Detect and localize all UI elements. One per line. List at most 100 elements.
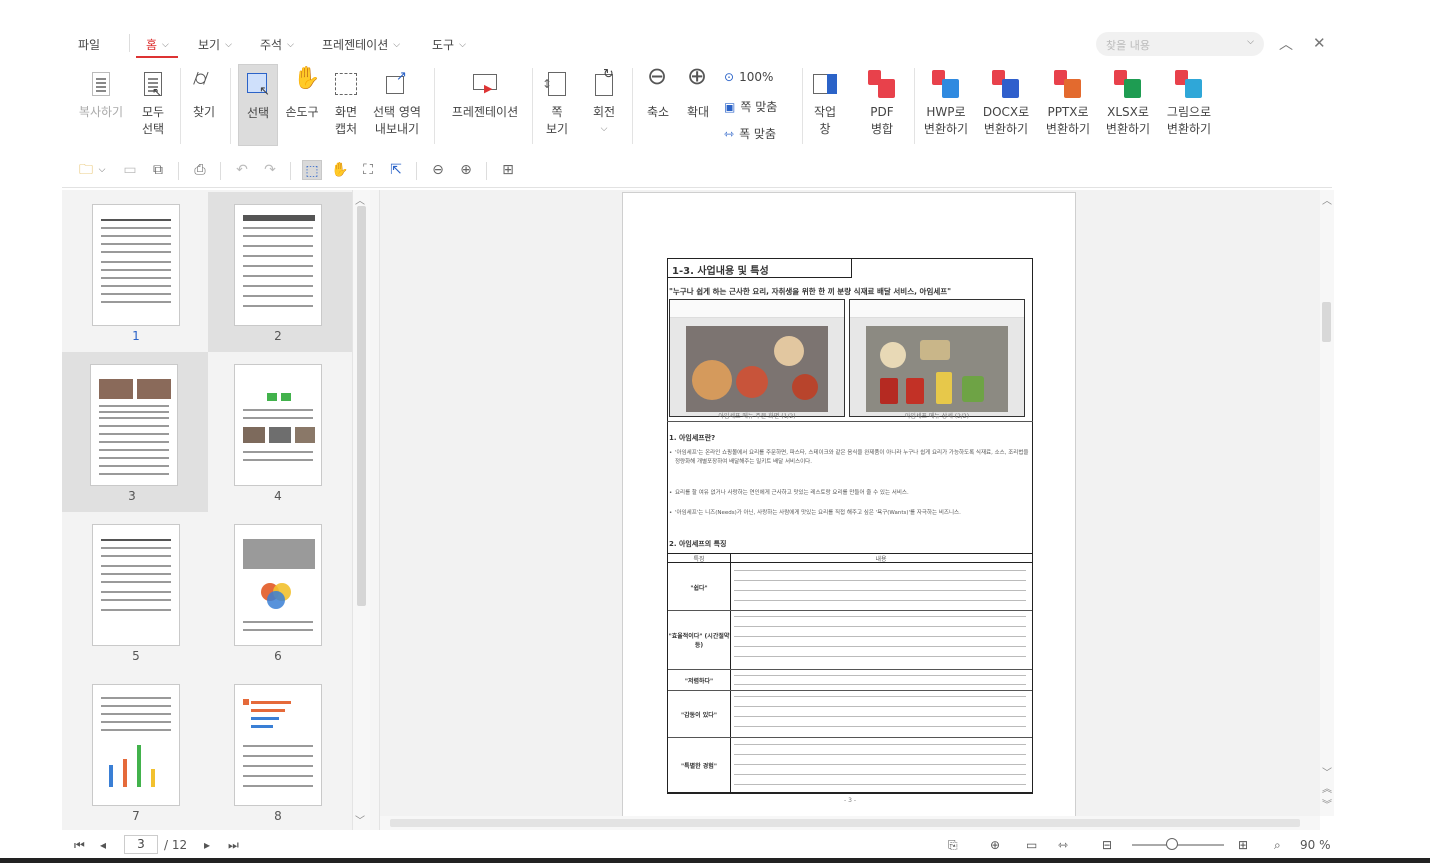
menu-file[interactable]: 파일 [78,36,100,53]
thumbnail-page-3[interactable]: 3 [62,352,208,512]
print-icon[interactable]: ⎙ [190,160,210,180]
capture-icon[interactable]: ⛶ [358,160,378,180]
fit-page-icon[interactable]: ▭ [1026,838,1037,852]
thumbnail-page-1[interactable]: 1 [66,192,212,352]
thumbnail-page-4[interactable]: 4 [208,352,354,512]
convert-image-button[interactable]: 그림으로 변환하기 [1160,64,1218,138]
zoom-in-icon[interactable]: ⊕ [456,160,476,180]
table-header-row: 특징 내용 [668,554,1032,563]
scroll-up-icon[interactable]: ︿ [1322,192,1332,207]
redo-icon[interactable]: ↷ [260,160,280,180]
copy-button[interactable]: 복사하기 [76,64,126,121]
find-button[interactable]: ⌭ 찾기 [184,64,224,121]
document-viewer[interactable]: 1-3. 사업내용 및 특성 "누구나 쉽게 하는 근사한 요리, 자취생을 위… [380,190,1320,816]
toolbar-separator [220,162,221,180]
rotate-label: 회전 [592,105,616,119]
previous-page-icon[interactable]: ◂ [100,838,106,852]
vertical-scroll-thumb[interactable] [1322,302,1331,342]
horizontal-scrollbar[interactable] [380,816,1320,830]
task-pane-label-2: 창 [819,122,831,136]
panel-splitter[interactable] [370,190,380,830]
bullet-text: • '아임세프'는 온라인 쇼핑몰에서 요리를 주문하면, 파스타, 스테이크와 … [669,450,1029,465]
zoom-out-button[interactable]: ⊖ 축소 [638,64,678,121]
chevron-down-icon[interactable]: ⌵ [96,160,108,180]
next-page-icon[interactable]: ▸ [204,838,210,852]
hand-tool-button[interactable]: ✋ 손도구 [282,64,322,121]
ribbon-separator [632,68,633,144]
search-icon[interactable]: ⌕ [1274,838,1281,853]
select-all-button[interactable]: ↖ 모두 선택 [130,64,176,138]
search-box[interactable]: 찾을 내용 ⌵ [1096,32,1264,56]
menu-tools[interactable]: 도구 ⌵ [432,36,466,53]
previous-page-icon[interactable]: ︽ [1322,780,1332,795]
capture-label-2: 캡처 [334,122,358,136]
presentation-button[interactable]: ▶ 프레젠테이션 [444,64,526,121]
customize-toolbar-icon[interactable]: ⊞ [498,160,518,180]
vertical-scrollbar[interactable]: ︿ ﹀ ︽ ︾ [1320,190,1334,816]
horizontal-scroll-thumb[interactable] [390,819,1300,827]
thumbnail-scroll-thumb[interactable] [357,206,366,606]
export-selection-button[interactable]: ↗ 선택 영역 내보내기 [368,64,426,138]
hero-image [866,326,1008,412]
search-placeholder: 찾을 내용 [1106,39,1150,52]
thumbnail-scrollbar[interactable]: ︿ ﹀ [352,190,370,830]
convert-hwp-button[interactable]: HWP로 변환하기 [918,64,974,138]
menu-annotate[interactable]: 주석 ⌵ [260,36,294,53]
status-bar: ⏮ ◂ 3 / 12 ▸ ⏭ ⎘ ⊕ ▭ ⇿ ⊟ ⊞ ⌕ 90 % [62,832,1332,858]
hand-icon[interactable]: ✋ [330,160,350,180]
scroll-down-icon[interactable]: ﹀ [1322,764,1332,779]
zoom-100-button[interactable]: ⊙ 100% [724,70,773,84]
thumbnail-page-2[interactable]: 2 [208,192,354,352]
thumbnail-page-8[interactable]: 8 [208,672,354,830]
convert-xlsx-button[interactable]: XLSX로 변환하기 [1100,64,1156,138]
convert-docx-button[interactable]: DOCX로 변환하기 [978,64,1034,138]
first-page-icon[interactable]: ⏮ [74,838,85,853]
image-label-1: 그림으로 [1166,105,1212,119]
fit-width-button[interactable]: ⇿ 폭 맞춤 [724,125,776,142]
export-label-1: 선택 영역 [373,105,421,119]
close-icon[interactable]: ✕ [1313,34,1326,52]
page-thumbnail [92,524,180,646]
menu-view[interactable]: 보기 ⌵ [198,36,232,53]
zoom-out-icon[interactable]: ⊟ [1102,838,1112,852]
last-page-icon[interactable]: ⏭ [228,838,239,853]
toolbar-separator [290,162,291,180]
export-icon[interactable]: ⇱ [386,160,406,180]
zoom-out-icon[interactable]: ⊖ [428,160,448,180]
menu-home[interactable]: 홈 ⌵ [146,36,169,53]
chevron-down-icon[interactable]: ⌵ [1247,37,1254,47]
select-tool-icon[interactable]: ⬚ [302,160,322,180]
zoom-slider-track[interactable] [1132,844,1224,846]
thumbnail-panel: 1 2 3 4 5 6 7 8 [62,190,370,830]
menu-presentation[interactable]: 프레젠테이션 ⌵ [322,36,400,53]
zoom-in-icon[interactable]: ⊞ [1238,838,1248,852]
zoom-in-button[interactable]: ⊕ 확대 [678,64,718,121]
task-pane-button[interactable]: 작업 창 [808,64,842,138]
scroll-down-icon[interactable]: ﹀ [355,812,365,827]
save-icon[interactable]: ▭ [120,160,140,180]
thumbnail-page-6[interactable]: 6 [208,512,354,672]
undo-icon[interactable]: ↶ [232,160,252,180]
read-mode-icon[interactable]: ⎘ [948,838,958,853]
zoom-slider-handle[interactable] [1166,838,1178,850]
next-page-icon[interactable]: ︾ [1322,796,1332,811]
scroll-up-icon[interactable]: ︿ [355,192,365,207]
pdf-merge-button[interactable]: PDF 병합 [862,64,902,138]
thumbnail-page-7[interactable]: 7 [66,672,212,830]
fit-page-button[interactable]: ▣ 쪽 맞춤 [724,98,777,115]
collapse-ribbon-icon[interactable]: ︿ [1279,34,1293,54]
convert-pptx-button[interactable]: PPTX로 변환하기 [1040,64,1096,138]
section-1-title: 1. 아임세프란? [669,434,716,442]
save-as-icon[interactable]: ⧉ [148,160,168,180]
screen-capture-button[interactable]: 화면 캡처 [326,64,366,138]
fit-width-icon[interactable]: ⇿ [1058,838,1068,852]
select-tool-button[interactable]: ↖ 선택 [238,64,278,146]
rotate-button[interactable]: ↻ 회전 ⌵ [584,64,624,138]
current-page-input[interactable]: 3 [124,835,158,854]
hero-image [686,326,828,412]
page-view-button[interactable]: ↕ 쪽 보기 [536,64,578,138]
zoom-icon[interactable]: ⊕ [990,838,1000,852]
open-folder-icon[interactable]: 🗀 [76,160,96,180]
thumbnail-page-5[interactable]: 5 [66,512,212,672]
zoom-100-label: 100% [739,70,774,84]
